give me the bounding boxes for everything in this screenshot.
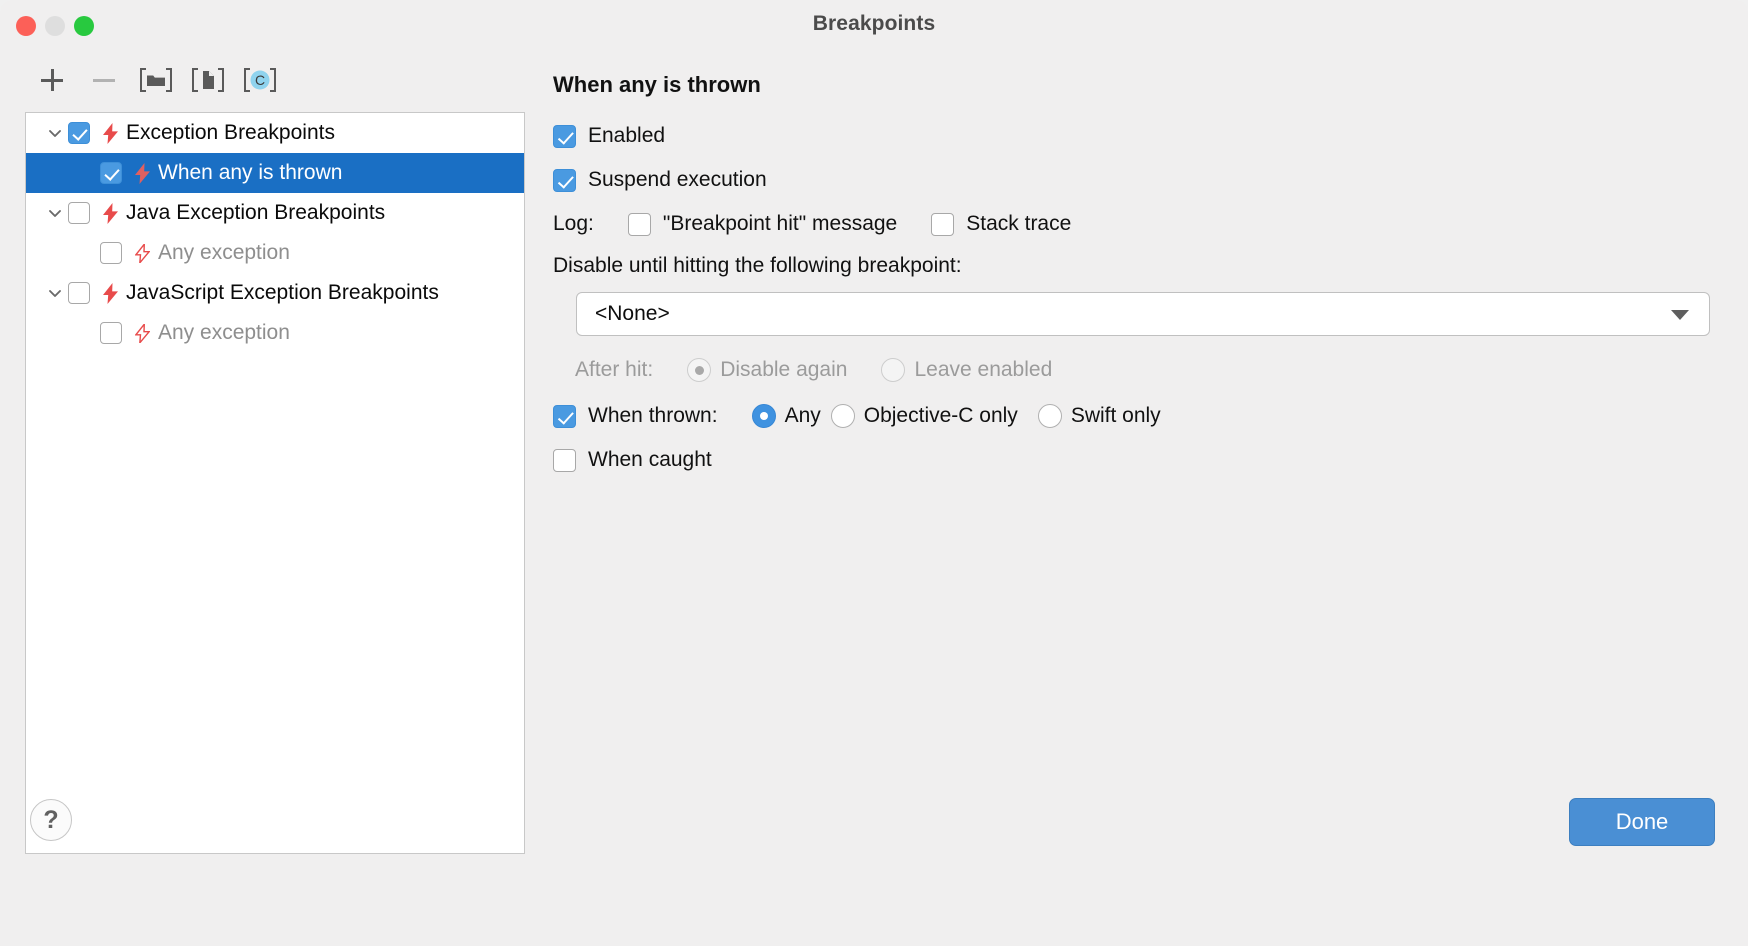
when-thrown-objc-radio[interactable] [830, 404, 855, 428]
when-caught-checkbox[interactable] [553, 448, 576, 472]
suspend-execution-checkbox[interactable] [553, 168, 576, 192]
breakpoints-dialog: Breakpoints C Exception Breakpoints When… [0, 0, 1748, 946]
chevron-down-icon[interactable] [1671, 310, 1689, 320]
enabled-label: Enabled [588, 124, 666, 147]
file-bracket-icon [192, 66, 224, 94]
help-button[interactable]: ? [30, 799, 72, 841]
detail-title: When any is thrown [553, 72, 761, 97]
list-item[interactable]: Any exception [26, 313, 524, 353]
after-hit-row: After hit: Disable again Leave enabled [553, 358, 1713, 382]
breakpoint-detail-pane: When any is thrown Enabled Suspend execu… [553, 72, 1713, 492]
add-breakpoint-button[interactable] [26, 62, 78, 98]
disable-until-dropdown[interactable]: <None> [576, 292, 1710, 336]
move-to-folder-button[interactable] [130, 62, 182, 98]
when-thrown-row: When thrown: Any Objective-C only Swift … [553, 404, 1713, 428]
list-item[interactable]: Exception Breakpoints [26, 113, 524, 153]
chevron-down-icon[interactable] [42, 205, 68, 221]
list-item-checkbox[interactable] [68, 202, 90, 224]
after-hit-disable-again-radio[interactable] [687, 358, 712, 382]
list-item[interactable]: Java Exception Breakpoints [26, 193, 524, 233]
folder-bracket-icon [140, 66, 172, 94]
breakpoints-list[interactable]: Exception Breakpoints When any is thrown… [25, 112, 525, 854]
log-message-checkbox[interactable] [627, 212, 651, 236]
suspend-row[interactable]: Suspend execution [553, 168, 1713, 192]
title-bar: Breakpoints [0, 0, 1748, 52]
when-caught-label: When caught [588, 448, 712, 471]
bolt-icon [130, 162, 154, 184]
disable-until-value: <None> [595, 302, 670, 325]
after-hit-leave-enabled-label: Leave enabled [914, 358, 1053, 381]
c-breakpoint-button[interactable]: C [234, 62, 286, 98]
when-thrown-objc-label: Objective-C only [863, 404, 1018, 427]
enabled-row[interactable]: Enabled [553, 124, 1713, 148]
log-stack-trace-label: Stack trace [966, 212, 1072, 235]
when-thrown-swift-radio[interactable] [1037, 404, 1062, 428]
list-item-label: JavaScript Exception Breakpoints [126, 281, 439, 304]
breakpoints-toolbar: C [26, 62, 286, 98]
list-item-label: When any is thrown [158, 161, 343, 184]
list-item-label: Java Exception Breakpoints [126, 201, 386, 224]
log-message-label: "Breakpoint hit" message [662, 212, 898, 235]
chevron-down-icon[interactable] [42, 125, 68, 141]
svg-text:C: C [255, 72, 265, 88]
bolt-icon [98, 202, 122, 224]
folder-icon [147, 75, 165, 86]
when-thrown-any-label: Any [784, 404, 821, 427]
list-item-checkbox[interactable] [68, 122, 90, 144]
bolt-icon [130, 243, 154, 263]
list-item[interactable]: JavaScript Exception Breakpoints [26, 273, 524, 313]
list-item-label: Exception Breakpoints [126, 121, 335, 144]
when-thrown-swift-label: Swift only [1070, 404, 1161, 427]
when-caught-row[interactable]: When caught [553, 448, 1713, 472]
list-item-label: Any exception [158, 241, 290, 264]
chevron-down-icon[interactable] [42, 285, 68, 301]
when-thrown-label: When thrown: [588, 404, 718, 427]
list-item-label: Any exception [158, 321, 290, 344]
suspend-execution-label: Suspend execution [588, 168, 767, 191]
log-label: Log: [553, 212, 594, 235]
file-icon [203, 71, 214, 89]
plus-icon [41, 69, 63, 91]
remove-breakpoint-button[interactable] [78, 62, 130, 98]
list-item-checkbox[interactable] [100, 162, 122, 184]
when-thrown-any-radio[interactable] [751, 404, 776, 428]
c-circle-icon: C [250, 70, 270, 90]
after-hit-disable-again-label: Disable again [720, 358, 848, 381]
enabled-checkbox[interactable] [553, 124, 576, 148]
share-breakpoint-button[interactable] [182, 62, 234, 98]
list-item-checkbox[interactable] [100, 242, 122, 264]
bolt-icon [98, 282, 122, 304]
after-hit-leave-enabled-radio[interactable] [881, 358, 906, 382]
minus-icon [93, 78, 115, 82]
bolt-icon [130, 323, 154, 343]
disable-until-label: Disable until hitting the following brea… [553, 254, 962, 277]
bolt-icon [98, 122, 122, 144]
list-item[interactable]: When any is thrown [26, 153, 524, 193]
list-item-checkbox[interactable] [68, 282, 90, 304]
c-bracket-icon: C [244, 66, 276, 94]
done-button[interactable]: Done [1569, 798, 1715, 846]
after-hit-label: After hit: [575, 358, 654, 381]
window-title: Breakpoints [812, 12, 936, 35]
list-item-checkbox[interactable] [100, 322, 122, 344]
log-stack-trace-checkbox[interactable] [931, 212, 955, 236]
log-row: Log: "Breakpoint hit" message Stack trac… [553, 212, 1713, 236]
when-thrown-checkbox[interactable] [553, 404, 576, 428]
list-item[interactable]: Any exception [26, 233, 524, 273]
